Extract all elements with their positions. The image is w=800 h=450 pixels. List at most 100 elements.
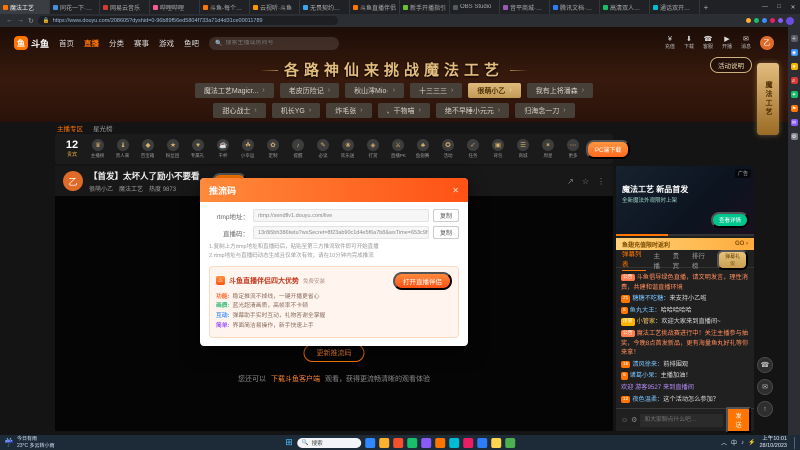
ad-video-panel[interactable]: 广告 魔法工艺 新品首发 全新魔法外观限时上架 查看详情	[616, 166, 754, 236]
anchor-tab[interactable]: 、干物喵 ›	[377, 103, 430, 118]
feature-item[interactable]: ✎ 必读	[311, 139, 335, 159]
browser-tab[interactable]: 魔法工艺	[0, 0, 50, 14]
window-control-button[interactable]: —	[758, 0, 772, 14]
taskbar-app-icon[interactable]	[434, 437, 445, 448]
browser-tab[interactable]: 斗鱼-每个人的直播	[200, 0, 250, 14]
anchor-tab[interactable]: 很萌小乙 ›	[468, 83, 521, 98]
taskbar-app-icon[interactable]	[490, 437, 501, 448]
tray-icon[interactable]: ♪	[741, 440, 744, 446]
nav-action[interactable]: ☎ 客服	[703, 36, 713, 50]
browser-tab[interactable]: OBS Studio	[450, 0, 500, 14]
browser-tab[interactable]: 云视听·斗鱼	[250, 0, 300, 14]
feature-item[interactable]: ⚔ 直播PK	[386, 139, 410, 159]
pc-client-button[interactable]: PC端下载	[586, 139, 631, 159]
anchor-name[interactable]: 很萌小乙	[89, 184, 113, 193]
chat-username[interactable]: 小管家：	[637, 318, 662, 325]
field-value[interactable]: 13r8i5bh386twtu?wsSecret=8f23ab90c1d4e5f…	[253, 226, 429, 239]
chat-username[interactable]: 诸葛小呆：	[630, 372, 661, 379]
extension-icon[interactable]	[778, 18, 783, 23]
feature-item[interactable]: ✪ 活动	[436, 139, 460, 159]
window-control-button[interactable]: □	[772, 0, 786, 14]
taskbar-app-icon[interactable]	[476, 437, 487, 448]
nav-menu-item[interactable]: 直播	[84, 38, 99, 49]
activity-info-button[interactable]: 活动说明	[710, 57, 752, 73]
forward-icon[interactable]: →	[17, 17, 24, 24]
extension-icon[interactable]	[746, 18, 751, 23]
extension-icon[interactable]	[770, 18, 775, 23]
send-button[interactable]: 发送	[726, 407, 751, 433]
ad-cta-button[interactable]: 查看详情	[710, 212, 749, 228]
feature-item[interactable]: ☰ 商城	[511, 139, 535, 159]
browser-tab[interactable]: 音平商城·声卡调试	[500, 0, 550, 14]
chat-tab[interactable]: 主播	[653, 250, 665, 270]
browser-tab[interactable]: 无畏契约赛事中心	[300, 0, 350, 14]
chat-tab[interactable]: 排行榜	[692, 250, 710, 270]
chat-username[interactable]: 夜色温柔：	[632, 396, 663, 403]
chat-username[interactable]: 清风徐来：	[632, 361, 663, 368]
url-field[interactable]: 🔒 https://www.douyu.com/208605?dyshid=0-…	[37, 16, 338, 25]
taskbar-app-icon[interactable]	[406, 437, 417, 448]
feature-item[interactable]: ♣ 鱼翅赛	[411, 139, 435, 159]
nav-menu-item[interactable]: 鱼吧	[184, 38, 199, 49]
extension-icon[interactable]	[754, 18, 759, 23]
weather-widget[interactable]: ☔ 今日有雨 23°C 多云转小雨	[4, 436, 90, 449]
feature-item[interactable]: ▣ 背包	[486, 139, 510, 159]
feature-item[interactable]: ❀ 欢乐送	[336, 139, 360, 159]
new-tab-button[interactable]: +	[700, 0, 712, 14]
browser-tab[interactable]: 网易云音乐	[100, 0, 150, 14]
site-search[interactable]: 🔍	[209, 36, 340, 50]
edge-sidebar-icon[interactable]: ✦	[790, 91, 798, 98]
feature-item[interactable]: ◈ 打赏	[361, 139, 385, 159]
anchor-tab[interactable]: 老皮历险记 ›	[279, 83, 340, 98]
feature-item[interactable]: ✶ 周星	[536, 139, 560, 159]
browser-profile-avatar[interactable]	[786, 16, 794, 25]
player-tool-icon[interactable]: ☆	[582, 177, 589, 186]
ime-language-indicator[interactable]: 中	[731, 438, 737, 447]
tray-icon[interactable]: ⚡	[748, 439, 755, 446]
start-button[interactable]: ⊞	[285, 437, 293, 448]
feature-item[interactable]: ★ 粉丝团	[161, 139, 185, 159]
anchor-tab[interactable]: 秋山澪Mio· ›	[345, 83, 405, 98]
copy-button[interactable]: 复制	[432, 226, 459, 239]
open-companion-button[interactable]: 打开直播伴侣	[393, 271, 452, 290]
search-input[interactable]	[225, 40, 334, 46]
danmaku-etiquette-button[interactable]: 弹幕礼仪	[717, 249, 749, 270]
user-avatar[interactable]: 乙	[760, 35, 774, 50]
feature-item[interactable]: ⋯ 更多	[561, 139, 585, 159]
taskbar-clock[interactable]: 上午10:01 28/10/2023	[759, 436, 787, 450]
nav-action[interactable]: ¥ 充值	[665, 36, 675, 50]
anchor-tab[interactable]: 我有上将潘森 ›	[526, 83, 594, 98]
browser-tab[interactable]: 哔哩哔哩	[150, 0, 200, 14]
extension-icon[interactable]	[762, 18, 767, 23]
refresh-icon[interactable]: ↻	[28, 17, 34, 25]
window-control-button[interactable]: ✕	[786, 0, 800, 14]
taskbar-app-icon[interactable]	[364, 437, 375, 448]
anchor-tab[interactable]: 绝不早睡小元元 ›	[435, 103, 510, 118]
anchor-tab[interactable]: 归海念一刀 ›	[515, 103, 575, 118]
chat-tab[interactable]: 贵宾	[673, 250, 685, 270]
anchor-tab[interactable]: 机长YG ›	[271, 103, 321, 118]
stream-category[interactable]: 魔法工艺	[119, 184, 143, 193]
chat-settings-icon[interactable]: ⚙	[631, 416, 637, 424]
chat-username[interactable]: 糖糖不吃糖：	[632, 295, 669, 302]
taskbar-app-icon[interactable]	[378, 437, 389, 448]
back-icon[interactable]: ←	[6, 17, 13, 24]
anchor-tab[interactable]: 炸毛张 ›	[326, 103, 372, 118]
edge-sidebar-icon[interactable]: ◉	[790, 49, 798, 56]
browser-tab[interactable]: 高清双人素材(4K)	[600, 0, 650, 14]
nav-menu-item[interactable]: 分类	[109, 38, 124, 49]
refresh-stream-button[interactable]: 更新推流码	[303, 344, 365, 362]
float-button-icon[interactable]: ✉	[757, 379, 773, 395]
chat-message-list[interactable]: 公告 斗鱼倡导绿色直播，请文明发言，理性消费，共建和谐直播环境 21 糖糖不吃糖：来…	[616, 270, 754, 406]
edge-sidebar-icon[interactable]: ＋	[790, 35, 798, 42]
anchor-tab[interactable]: 十三三三 ›	[410, 83, 463, 98]
feature-item[interactable]: ◆ 百宝箱	[136, 139, 160, 159]
anchor-tab[interactable]: 甜心战士 ›	[213, 103, 266, 118]
browser-tab[interactable]: 通话双开模式(48)	[650, 0, 700, 14]
anchor-avatar[interactable]: 乙	[63, 171, 83, 191]
edge-sidebar-icon[interactable]: ⚑	[790, 105, 798, 112]
nav-menu-item[interactable]: 首页	[59, 38, 74, 49]
player-tool-icon[interactable]: ↗	[567, 177, 574, 186]
feature-item[interactable]: ♛ 主播榜	[86, 139, 110, 159]
browser-tab[interactable]: 同花一下·直播中心	[50, 0, 100, 14]
